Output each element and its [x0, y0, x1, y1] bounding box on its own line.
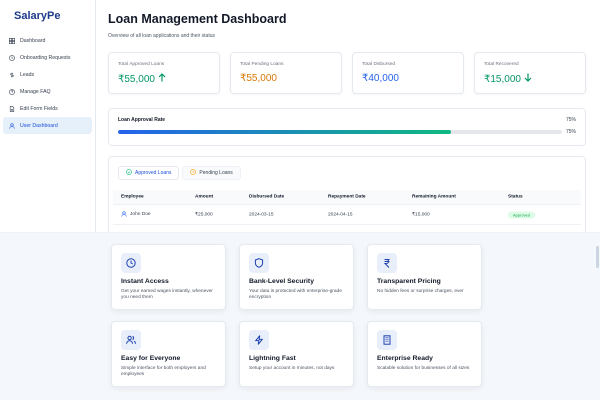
- cell-disbursed-date: 2024-03-15: [249, 212, 274, 217]
- feature-card-enterprise-ready: Enterprise Ready Scalable solution for b…: [367, 321, 482, 387]
- grid-icon: [9, 37, 15, 44]
- sidebar-item-label: Onboarding Requests: [20, 54, 71, 61]
- sidebar-item-dashboard[interactable]: Dashboard: [3, 32, 92, 49]
- stat-value: ₹55,000: [118, 73, 166, 85]
- feature-description: Setup your account in minutes, not days: [249, 366, 335, 371]
- stat-label: Total Pending Loans: [240, 62, 284, 67]
- cell-status: Approved: [508, 211, 536, 218]
- cell-amount: ₹25,000: [195, 212, 213, 217]
- stat-amount: ₹55,000: [240, 73, 277, 84]
- arrow-down-icon: [524, 73, 532, 85]
- clock-icon: [121, 253, 141, 273]
- scrollbar[interactable]: [596, 246, 599, 268]
- stat-label: Total Recovered: [484, 62, 519, 67]
- section-divider: [0, 232, 600, 233]
- feature-description: No hidden fees or surprise charges, ever: [377, 289, 464, 294]
- page-title: Loan Management Dashboard: [108, 12, 287, 26]
- loans-panel: Approved Loans Pending Loans Employee Am…: [108, 156, 586, 232]
- feature-card-instant-access: Instant Access Get your earned wages ins…: [111, 244, 226, 310]
- sidebar-item-onboarding-requests[interactable]: Onboarding Requests: [3, 49, 92, 66]
- clock-icon: [9, 54, 15, 61]
- sidebar-item-label: User Dashboard: [20, 122, 58, 129]
- stat-card-approved: Total Approved Loans ₹55,000: [108, 52, 220, 94]
- sidebar: SalaryPe Dashboard Onboarding Requests L…: [0, 0, 96, 232]
- feature-card-bank-level-security: Bank-Level Security Your data is protect…: [239, 244, 354, 310]
- tab-approved-loans[interactable]: Approved Loans: [118, 166, 180, 180]
- approval-rate-percent: 75%: [565, 117, 576, 123]
- stat-amount: ₹15,000: [484, 73, 521, 85]
- sidebar-item-user-dashboard[interactable]: User Dashboard: [3, 117, 92, 134]
- approval-rate-percent-secondary: 75%: [565, 129, 576, 135]
- loan-tabs: Approved Loans Pending Loans: [118, 166, 241, 180]
- user-icon: [9, 122, 15, 129]
- cell-employee: John Doe: [121, 210, 151, 219]
- file-edit-icon: [9, 105, 15, 112]
- stat-label: Total Approved Loans: [118, 62, 165, 67]
- column-header-remaining-amount: Remaining Amount: [412, 194, 456, 200]
- stat-value: ₹55,000: [240, 73, 277, 84]
- sidebar-item-manage-faq[interactable]: Manage FAQ: [3, 83, 92, 100]
- approval-progress-fill: [118, 130, 451, 134]
- brand-logo[interactable]: SalaryPe: [0, 0, 95, 32]
- cell-remaining-amount: ₹15,000: [412, 212, 430, 217]
- feature-card-easy-for-everyone: Easy for Everyone Simple interface for b…: [111, 321, 226, 387]
- arrow-up-icon: [158, 73, 166, 85]
- stat-value: ₹40,000: [362, 73, 399, 84]
- approval-rate-panel: Loan Approval Rate 75% 75%: [108, 108, 586, 146]
- tab-label: Pending Loans: [199, 170, 233, 176]
- dollar-icon: [9, 72, 15, 78]
- feature-card-lightning-fast: Lightning Fast Setup your account in min…: [239, 321, 354, 387]
- stat-value: ₹15,000: [484, 73, 532, 85]
- column-header-employee: Employee: [121, 194, 144, 200]
- page-subtitle: Overview of all loan applications and th…: [108, 33, 216, 39]
- column-header-repayment-date: Repayment Date: [328, 194, 366, 200]
- stat-amount: ₹55,000: [118, 73, 155, 85]
- status-badge: Approved: [508, 211, 536, 218]
- feature-title: Transparent Pricing: [377, 278, 441, 285]
- stat-card-pending: Total Pending Loans ₹55,000: [230, 52, 342, 94]
- feature-title: Easy for Everyone: [121, 355, 181, 362]
- tab-pending-loans[interactable]: Pending Loans: [182, 166, 241, 180]
- employee-name: John Doe: [130, 212, 151, 217]
- feature-description: Simple interface for both employers and …: [121, 366, 206, 378]
- feature-description: Scalable solution for businesses of all …: [377, 366, 470, 371]
- table-header: Employee Amount Disbursed Date Repayment…: [113, 190, 581, 205]
- column-header-amount: Amount: [195, 194, 214, 200]
- feature-title: Bank-Level Security: [249, 278, 314, 285]
- stat-card-recovered: Total Recovered ₹15,000: [474, 52, 586, 94]
- feature-card-transparent-pricing: Transparent Pricing No hidden fees or su…: [367, 244, 482, 310]
- approval-progress-bar: [118, 130, 562, 134]
- stat-amount: ₹40,000: [362, 73, 399, 84]
- sidebar-item-edit-form-fields[interactable]: Edit Form Fields: [3, 100, 92, 117]
- column-header-disbursed-date: Disbursed Date: [249, 194, 285, 200]
- table-row[interactable]: John Doe ₹25,000 2024-03-15 2024-04-15 ₹…: [113, 205, 581, 225]
- tab-label: Approved Loans: [135, 170, 172, 176]
- sidebar-item-label: Edit Form Fields: [20, 105, 58, 112]
- column-header-status: Status: [508, 194, 523, 200]
- check-circle-icon: [126, 169, 132, 177]
- user-icon: [121, 210, 127, 219]
- stat-card-disbursed: Total Disbursed ₹40,000: [352, 52, 464, 94]
- sidebar-item-label: Leads: [20, 71, 35, 78]
- users-icon: [121, 330, 141, 350]
- feature-description: Your data is protected with enterprise-g…: [249, 289, 342, 301]
- main-content: Loan Management Dashboard Overview of al…: [96, 0, 600, 232]
- feature-description: Get your earned wages instantly, wheneve…: [121, 289, 213, 301]
- feature-title: Lightning Fast: [249, 355, 296, 362]
- approval-rate-label: Loan Approval Rate: [118, 117, 166, 123]
- stat-label: Total Disbursed: [362, 62, 396, 67]
- sidebar-item-leads[interactable]: Leads: [3, 66, 92, 83]
- sidebar-item-label: Dashboard: [20, 37, 46, 44]
- feature-title: Instant Access: [121, 278, 169, 285]
- help-circle-icon: [9, 88, 15, 95]
- building-icon: [377, 330, 397, 350]
- shield-icon: [249, 253, 269, 273]
- rupee-icon: [377, 253, 397, 273]
- sidebar-item-label: Manage FAQ: [20, 88, 51, 95]
- feature-title: Enterprise Ready: [377, 355, 433, 362]
- bolt-icon: [249, 330, 269, 350]
- cell-repayment-date: 2024-04-15: [328, 212, 353, 217]
- clock-icon: [190, 169, 197, 177]
